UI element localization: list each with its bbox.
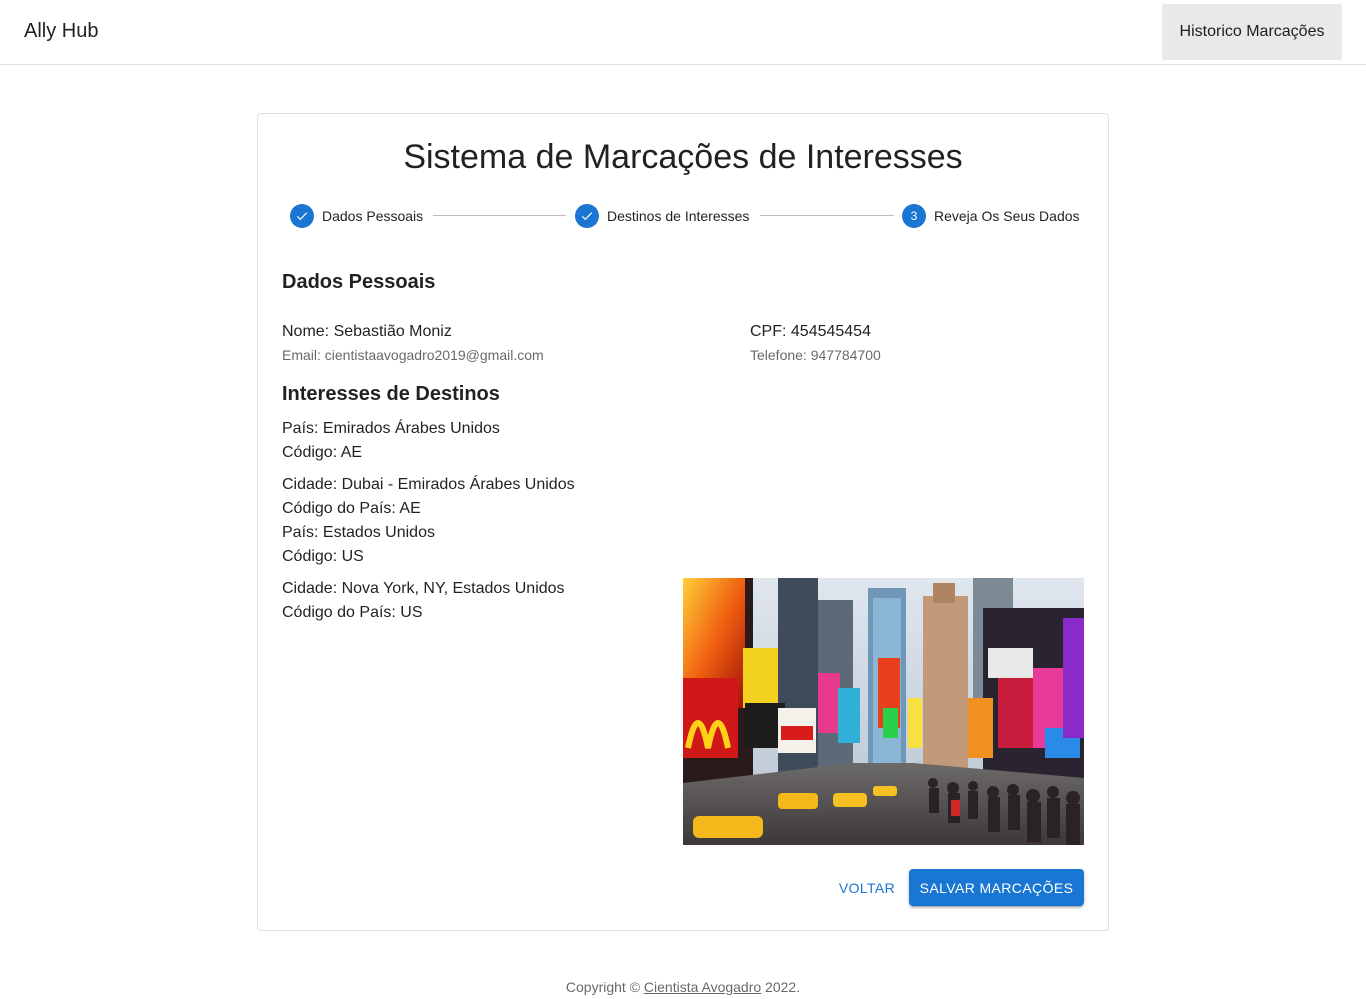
step-connector <box>760 215 894 216</box>
country-code: Código: AE <box>282 444 363 461</box>
check-icon <box>290 204 314 228</box>
page-title: Sistema de Marcações de Interesses <box>403 138 963 176</box>
footer: Copyright © Cientista Avogadro 2022. <box>0 979 1366 995</box>
country-name: País: Estados Unidos <box>282 524 435 541</box>
salvar-marcacoes-button[interactable]: SALVAR MARCAÇÕES <box>909 869 1084 906</box>
phone-value: Telefone: 947784700 <box>750 347 881 363</box>
booking-card: Sistema de Marcações de Interesses Dados… <box>257 113 1109 931</box>
historico-marcacoes-button[interactable]: Historico Marcações <box>1162 4 1342 60</box>
step-reveja: 3 Reveja Os Seus Dados <box>902 203 1080 229</box>
brand-title: Ally Hub <box>24 20 99 42</box>
app-bar: Ally Hub Historico Marcações <box>0 0 1366 65</box>
check-icon <box>575 204 599 228</box>
author-link[interactable]: Cientista Avogadro <box>644 979 761 995</box>
step-dados-pessoais: Dados Pessoais <box>290 203 423 229</box>
name-value: Nome: Sebastião Moniz <box>282 323 452 340</box>
copyright-prefix: Copyright © <box>565 979 644 995</box>
city-photo <box>683 578 1084 845</box>
city-country-code: Código do País: AE <box>282 500 421 517</box>
step-label: Dados Pessoais <box>322 208 424 224</box>
country-name: País: Emirados Árabes Unidos <box>282 420 500 437</box>
email-value: Email: cientistaavogadro2019@gmail.com <box>282 347 544 363</box>
city-country-code: Código do País: US <box>282 604 423 621</box>
step-number-badge: 3 <box>902 204 926 228</box>
step-connector <box>433 215 566 216</box>
voltar-button[interactable]: VOLTAR <box>832 870 902 906</box>
city-name: Cidade: Dubai - Emirados Árabes Unidos <box>282 476 575 493</box>
step-destinos: Destinos de Interesses <box>575 203 749 229</box>
copyright-year: 2022. <box>761 979 801 995</box>
personal-data-heading: Dados Pessoais <box>282 271 436 293</box>
destinations-heading: Interesses de Destinos <box>282 383 500 405</box>
cpf-value: CPF: 454545454 <box>750 323 871 340</box>
country-code: Código: US <box>282 548 364 565</box>
step-label: Reveja Os Seus Dados <box>934 208 1080 224</box>
step-label: Destinos de Interesses <box>607 208 750 224</box>
city-name: Cidade: Nova York, NY, Estados Unidos <box>282 580 565 597</box>
